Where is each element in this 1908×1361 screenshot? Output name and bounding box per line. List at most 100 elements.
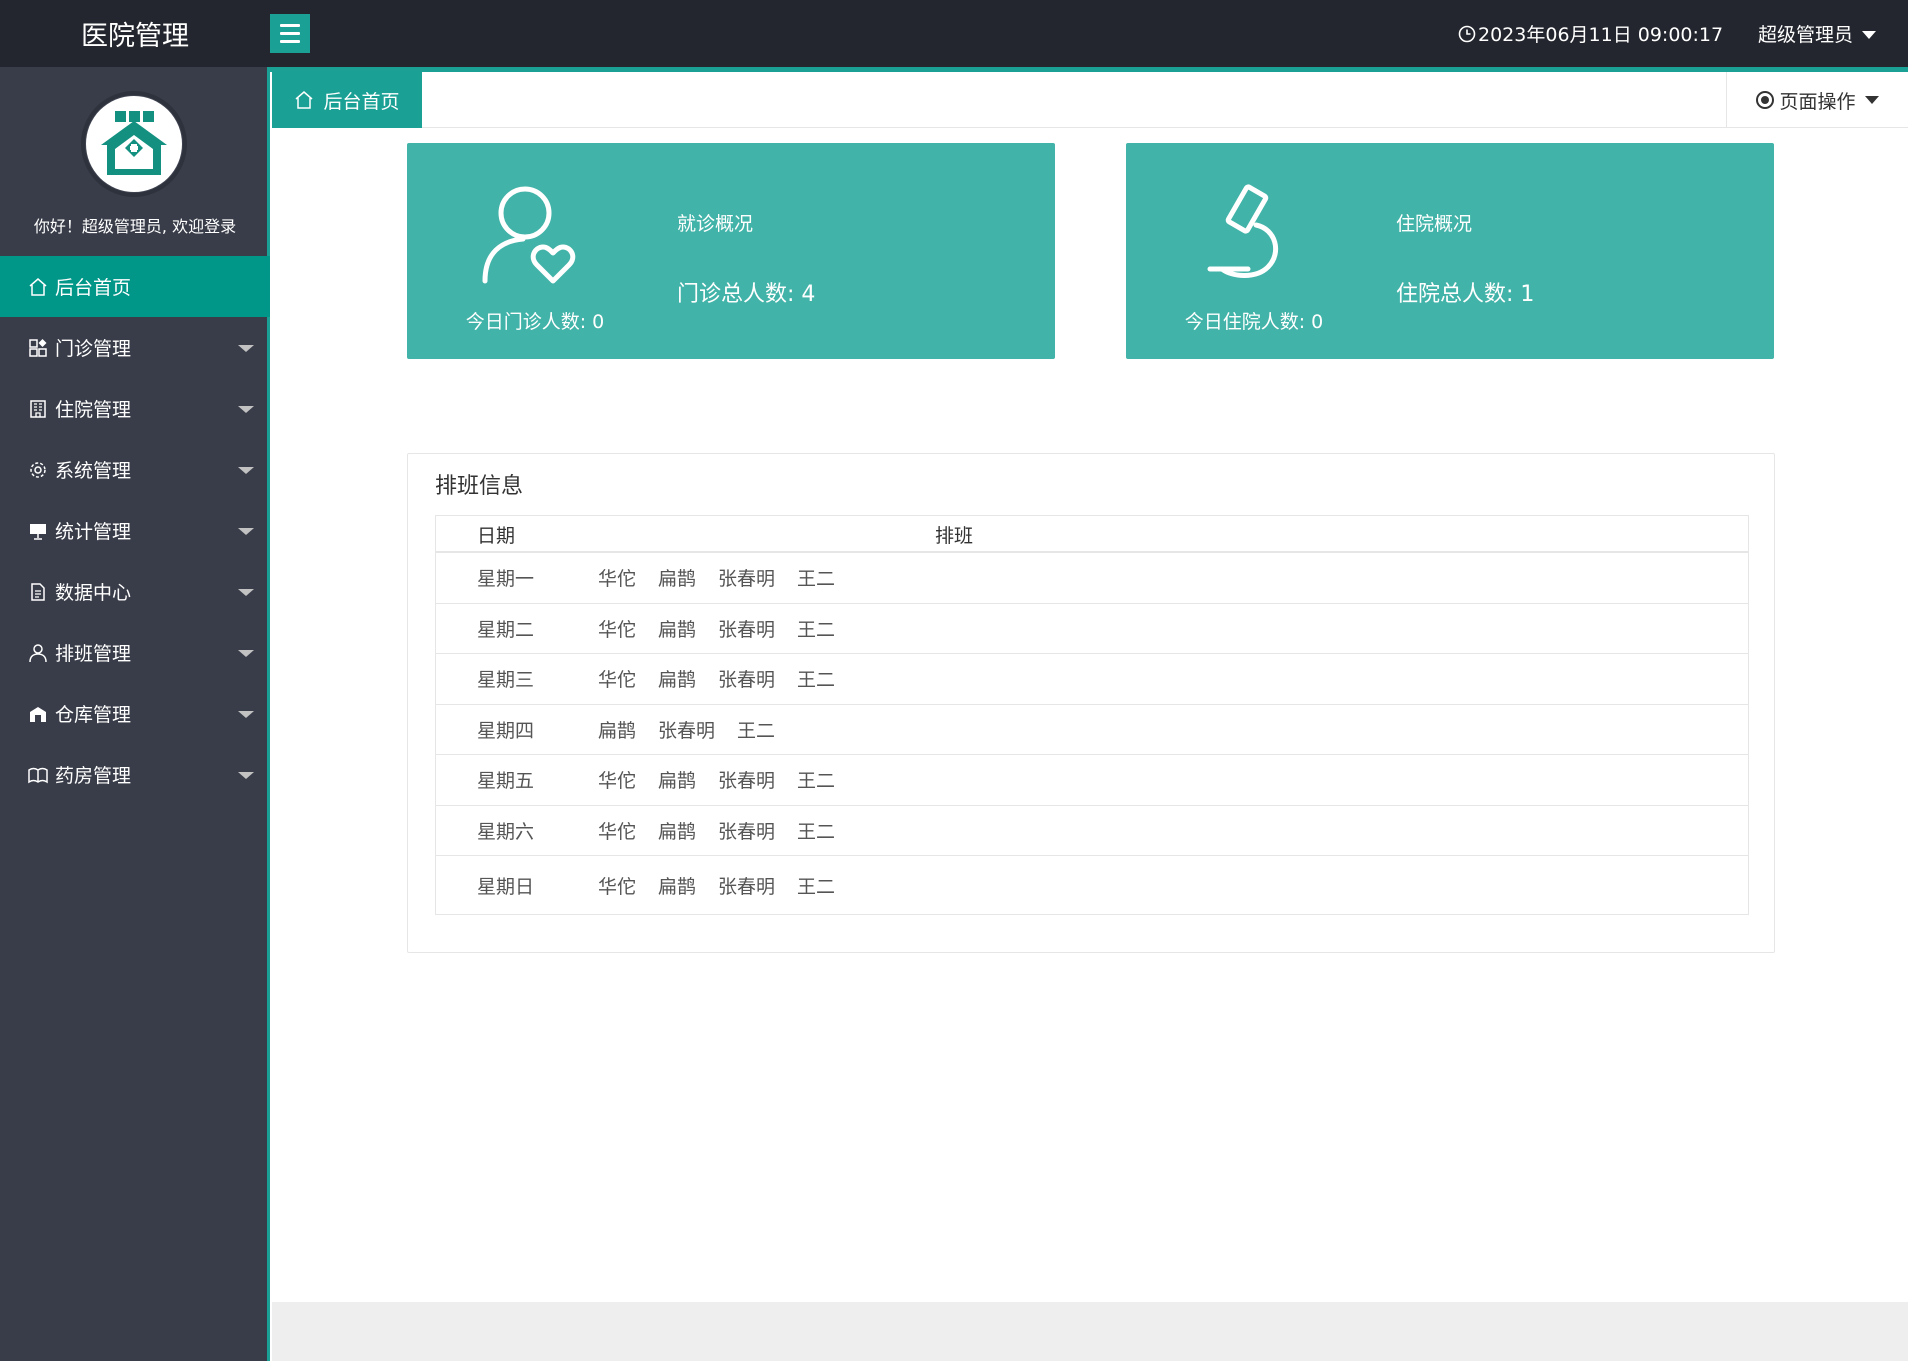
monitor-icon — [27, 520, 49, 542]
inpatient-total: 住院总人数: 1 — [1396, 282, 1535, 307]
outpatient-card: 今日门诊人数: 0 就诊概况 门诊总人数: 4 — [407, 143, 1055, 359]
outpatient-total: 门诊总人数: 4 — [677, 282, 816, 307]
menu-toggle-button[interactable] — [270, 14, 310, 53]
table-row: 星期六 华佗 扁鹊 张春明 王二 — [436, 806, 1748, 856]
doctor-name: 扁鹊 — [658, 875, 697, 898]
inpatient-title: 住院概况 — [1396, 213, 1473, 235]
home-icon — [27, 276, 49, 298]
doctor-name: 王二 — [797, 875, 836, 898]
doctor-name: 华佗 — [598, 875, 637, 898]
sidebar-nav: 后台首页 门诊管理 住院管理 系统管理 统计管理 数据中心 排班管理 仓库管理 … — [0, 256, 270, 805]
schedule-table: 日期 排班 星期一 华佗 扁鹊 张春明 王二 星期二 华佗 扁鹊 张春明 王二 星期三 华佗 扁鹊 张春明… — [435, 515, 1749, 915]
avatar — [81, 91, 187, 197]
chevron-down-icon — [238, 589, 254, 596]
building-icon — [27, 398, 49, 420]
doctor-name: 王二 — [797, 568, 836, 591]
datetime-text: 2023年06月11日 09:00:17 — [1478, 24, 1724, 46]
sidebar-item-warehouse[interactable]: 仓库管理 — [0, 683, 270, 744]
chevron-down-icon — [238, 711, 254, 718]
doctor-name: 华佗 — [598, 669, 637, 692]
doctor-name: 王二 — [797, 770, 836, 793]
doctor-name: 张春明 — [718, 820, 776, 843]
table-row: 星期二 华佗 扁鹊 张春明 王二 — [436, 604, 1748, 654]
schedule-panel: 排班信息 日期 排班 星期一 华佗 扁鹊 张春明 王二 星期二 华佗 扁鹊 张春明 王二 星期三 华佗… — [407, 453, 1775, 953]
doctor-name: 扁鹊 — [598, 719, 637, 742]
doctor-name: 扁鹊 — [658, 770, 697, 793]
chevron-down-icon — [1864, 96, 1879, 104]
column-header-date: 日期 — [477, 525, 516, 547]
doctor-name: 张春明 — [718, 568, 776, 591]
table-row: 星期五 华佗 扁鹊 张春明 王二 — [436, 755, 1748, 806]
clock-icon — [1458, 25, 1476, 42]
outpatient-title: 就诊概况 — [677, 213, 754, 235]
chevron-down-icon — [238, 650, 254, 657]
document-icon — [27, 581, 49, 603]
schedule-doctors: 华佗 扁鹊 张春明 王二 — [598, 817, 835, 844]
doctor-name: 张春明 — [718, 669, 776, 692]
inpatient-card: 今日住院人数: 0 住院概况 住院总人数: 1 — [1126, 143, 1774, 359]
user-icon — [27, 642, 49, 664]
radio-icon — [1756, 91, 1775, 109]
schedule-day: 星期六 — [477, 820, 535, 843]
doctor-name: 张春明 — [718, 618, 776, 641]
schedule-doctors: 华佗 扁鹊 张春明 王二 — [598, 615, 835, 642]
warehouse-icon — [27, 703, 49, 725]
app-brand: 医院管理 — [81, 21, 189, 52]
sidebar-item-pharmacy[interactable]: 药房管理 — [0, 744, 270, 805]
table-row: 星期三 华佗 扁鹊 张春明 王二 — [436, 654, 1748, 705]
sidebar-item-label: 排班管理 — [55, 643, 132, 665]
sidebar-item-data-center[interactable]: 数据中心 — [0, 561, 270, 622]
table-row: 星期一 华佗 扁鹊 张春明 王二 — [436, 553, 1748, 604]
doctor-name: 华佗 — [598, 770, 637, 793]
schedule-doctors: 华佗 扁鹊 张春明 王二 — [598, 766, 835, 793]
chevron-down-icon — [238, 467, 254, 474]
user-menu[interactable]: 超级管理员 — [1758, 0, 1877, 67]
schedule-day: 星期二 — [477, 618, 535, 641]
apps-icon — [27, 337, 49, 359]
doctor-name: 张春明 — [718, 875, 776, 898]
hamburger-icon — [280, 24, 300, 27]
schedule-title: 排班信息 — [435, 474, 524, 499]
sidebar-item-label: 系统管理 — [55, 460, 132, 482]
sidebar-item-statistics[interactable]: 统计管理 — [0, 500, 270, 561]
sidebar-item-inpatient[interactable]: 住院管理 — [0, 378, 270, 439]
doctor-name: 扁鹊 — [658, 618, 697, 641]
welcome-text: 你好！超级管理员, 欢迎登录 — [33, 217, 237, 236]
sidebar-item-label: 后台首页 — [55, 277, 132, 299]
doctor-name: 王二 — [797, 669, 836, 692]
table-row: 星期日 华佗 扁鹊 张春明 王二 — [436, 856, 1748, 914]
schedule-doctors: 华佗 扁鹊 张春明 王二 — [598, 872, 835, 899]
doctor-name: 张春明 — [658, 719, 716, 742]
doctor-name: 扁鹊 — [658, 820, 697, 843]
top-navbar: 医院管理 2023年06月11日 09:00:17 超级管理员 — [0, 0, 1908, 67]
sidebar-item-system[interactable]: 系统管理 — [0, 439, 270, 500]
chevron-down-icon — [1862, 30, 1877, 39]
chevron-down-icon — [238, 345, 254, 352]
schedule-day: 星期四 — [477, 719, 535, 742]
doctor-name: 扁鹊 — [658, 669, 697, 692]
schedule-doctors: 华佗 扁鹊 张春明 王二 — [598, 665, 835, 692]
chevron-down-icon — [238, 528, 254, 535]
sidebar-item-home[interactable]: 后台首页 — [0, 256, 270, 317]
doctor-name: 华佗 — [598, 618, 637, 641]
table-row: 星期四 扁鹊 张春明 王二 — [436, 705, 1748, 755]
doctor-name: 王二 — [737, 719, 776, 742]
schedule-day: 星期三 — [477, 669, 535, 692]
sidebar-item-label: 药房管理 — [55, 765, 132, 787]
datetime-display: 2023年06月11日 09:00:17 — [1458, 0, 1723, 67]
tab-home[interactable]: 后台首页 — [272, 72, 422, 128]
chevron-down-icon — [238, 406, 254, 413]
sidebar-item-scheduling[interactable]: 排班管理 — [0, 622, 270, 683]
user-name: 超级管理员 — [1758, 24, 1854, 46]
today-inpatient-count: 今日住院人数: 0 — [1184, 311, 1324, 333]
chevron-down-icon — [238, 772, 254, 779]
column-header-shift: 排班 — [935, 525, 974, 547]
gear-icon — [27, 459, 49, 481]
sidebar-item-label: 数据中心 — [55, 582, 132, 604]
sidebar-item-label: 统计管理 — [55, 521, 132, 543]
patient-heart-icon — [482, 186, 576, 284]
sidebar-item-outpatient[interactable]: 门诊管理 — [0, 317, 270, 378]
sidebar-item-label: 仓库管理 — [55, 704, 132, 726]
microscope-icon — [1207, 184, 1279, 278]
page-operations-menu[interactable]: 页面操作 — [1726, 72, 1908, 128]
